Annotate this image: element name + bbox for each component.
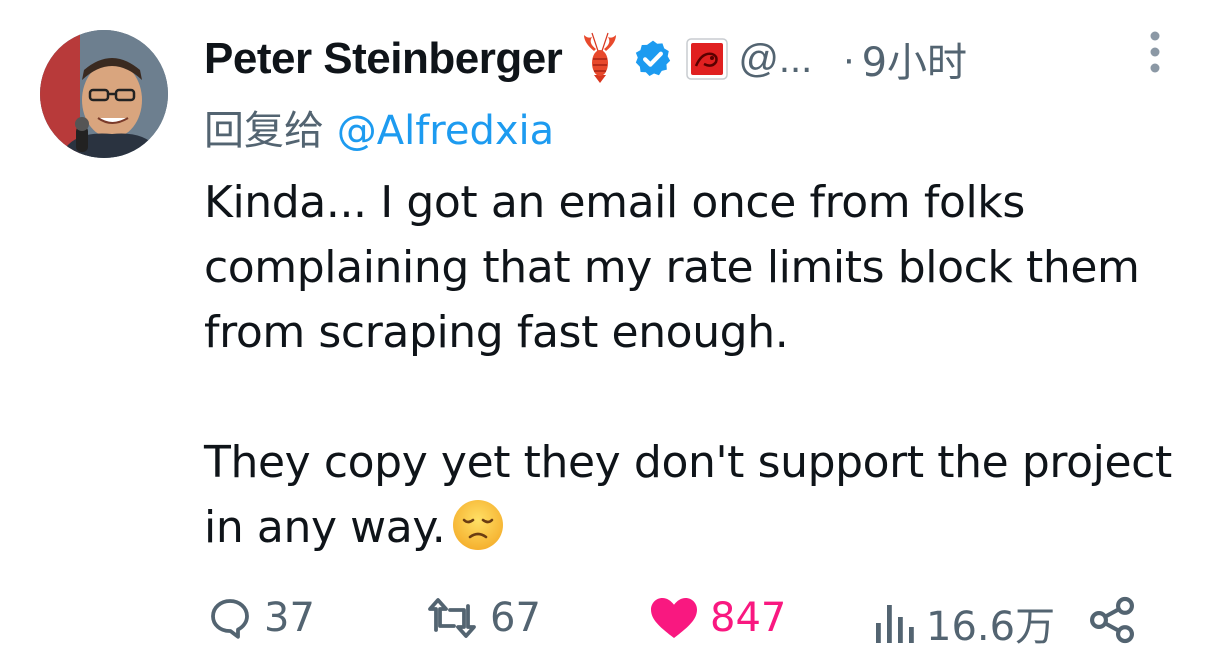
views-icon: [876, 605, 914, 643]
tweet-paragraph-2: They copy yet they don't support the pro…: [204, 437, 1172, 553]
tweet-header: Peter Steinberger @... · 9小时: [204, 30, 967, 88]
sad-face-emoji: [453, 500, 504, 550]
action-bar: 37 67 847 16.6万: [0, 590, 1218, 650]
tweet-text: Kinda... I got an email once from folks …: [204, 170, 1194, 560]
reply-prefix: 回复给: [204, 108, 337, 154]
lobster-emoji: [584, 32, 617, 83]
like-count: 847: [710, 595, 787, 641]
retweet-count: 67: [490, 595, 541, 641]
views-button[interactable]: 16.6万: [872, 594, 1055, 652]
author-name[interactable]: Peter Steinberger: [204, 34, 563, 84]
reply-mention-link[interactable]: @Alfredxia: [337, 108, 554, 154]
author-avatar[interactable]: [40, 30, 168, 158]
verified-badge-icon[interactable]: [632, 38, 674, 80]
reply-count: 37: [264, 595, 315, 641]
reply-icon: [211, 599, 249, 639]
views-count: 16.6万: [926, 604, 1056, 650]
like-button[interactable]: 847: [648, 594, 786, 642]
reply-button[interactable]: 37: [206, 594, 315, 642]
reply-context: 回复给 @Alfredxia: [204, 98, 554, 156]
share-icon[interactable]: [1086, 594, 1138, 646]
author-handle[interactable]: @...: [738, 37, 812, 82]
more-icon[interactable]: [1143, 30, 1167, 74]
retweet-icon: [428, 598, 476, 638]
affiliation-badge[interactable]: [686, 38, 729, 80]
retweet-button[interactable]: 67: [424, 594, 541, 642]
separator-dot: ·: [842, 36, 856, 81]
timestamp[interactable]: 9小时: [862, 30, 967, 88]
like-icon: [651, 598, 697, 638]
tweet-paragraph-1: Kinda... I got an email once from folks …: [204, 177, 1140, 358]
